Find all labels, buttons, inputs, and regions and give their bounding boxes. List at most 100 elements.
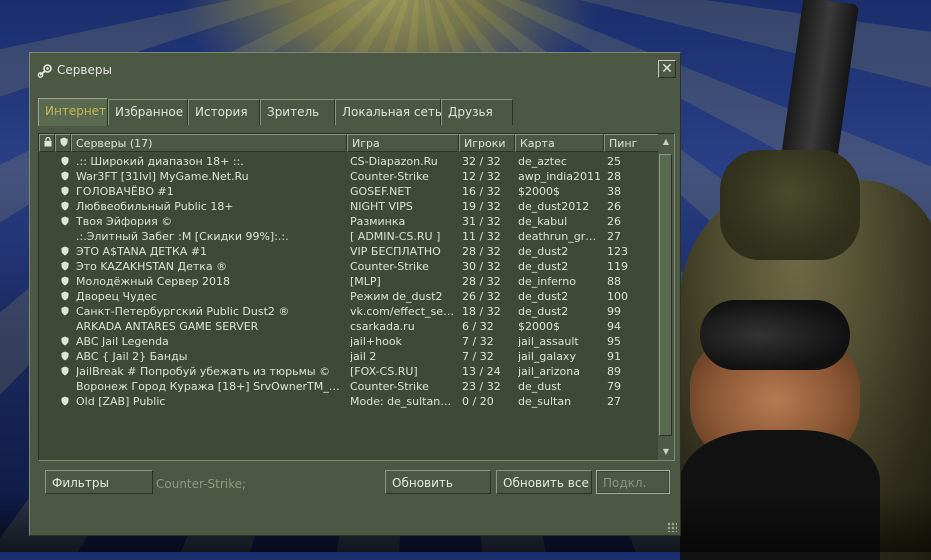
server-game: [MLP] — [350, 275, 381, 288]
vac-shield-icon — [61, 246, 69, 256]
server-name: Санкт-Петербургский Public Dust2 ® — [76, 305, 290, 318]
table-row[interactable]: Воронеж Город Куража [18+] SrvOwnerTM_18… — [39, 379, 658, 394]
server-name: JailBreak # Попробуй убежать из тюрьмы © — [76, 365, 331, 378]
server-map: de_inferno — [518, 275, 576, 288]
server-name: ABC { Jail 2} Банды — [76, 350, 188, 363]
table-row[interactable]: Твоя Эйфория © Разминка 31 / 32 de_kabul 26 — [39, 214, 658, 229]
server-ping: 27 — [607, 230, 621, 243]
server-name: .:.Элитный Забег :M [Скидки 99%]:.:. — [76, 230, 289, 243]
tab-lan[interactable]: Локальная сеть — [335, 99, 442, 125]
server-players: 13 / 24 — [462, 365, 501, 378]
server-game: jail 2 — [350, 350, 377, 363]
server-ping: 95 — [607, 335, 621, 348]
table-row[interactable]: War3FT [31lvl] MyGame.Net.Ru Counter-Stri… — [39, 169, 658, 184]
server-game: vk.com/effect_serv_... — [350, 305, 456, 318]
table-row[interactable]: ARKADA ANTARES GAME SERVER csarkada.ru 6 /… — [39, 319, 658, 334]
server-ping: 89 — [607, 365, 621, 378]
server-ping: 38 — [607, 185, 621, 198]
close-icon: ✕ — [661, 61, 673, 77]
table-row[interactable]: .:.Элитный Забег :M [Скидки 99%]:.:. [ AD… — [39, 229, 658, 244]
refresh-button[interactable]: Обновить — [385, 470, 491, 494]
server-list: Серверы (17) Игра Игроки Карта Пинг .:: … — [38, 133, 675, 461]
tab-favorites[interactable]: Избранное — [108, 99, 188, 125]
column-secure[interactable] — [55, 134, 71, 152]
server-map: de_kabul — [518, 215, 568, 228]
server-players: 31 / 32 — [462, 215, 501, 228]
server-map: de_sultan — [518, 395, 572, 408]
server-name: War3FT [31lvl] MyGame.Net.Ru — [76, 170, 249, 183]
resize-grip[interactable] — [667, 522, 677, 532]
server-players: 28 / 32 — [462, 275, 501, 288]
table-row[interactable]: Любвеобильный Public 18+ NIGHT VIPS 19 / 3… — [39, 199, 658, 214]
vac-shield-icon — [61, 201, 69, 211]
server-players: 28 / 32 — [462, 245, 501, 258]
vac-shield-icon — [61, 351, 69, 361]
server-players: 26 / 32 — [462, 290, 501, 303]
table-row[interactable]: ABC Jail Legenda jail+hook 7 / 32 jail_assa… — [39, 334, 658, 349]
tab-history[interactable]: История — [188, 99, 260, 125]
server-players: 0 / 20 — [462, 395, 494, 408]
scroll-up-icon[interactable]: ▲ — [658, 134, 674, 150]
server-game: Counter-Strike — [350, 380, 429, 393]
column-ping[interactable]: Пинг — [604, 134, 660, 152]
server-game: [ ADMIN-CS.RU ] — [350, 230, 441, 243]
table-row[interactable]: JailBreak # Попробуй убежать из тюрьмы ©… — [39, 364, 658, 379]
server-map: deathrun_grady... — [518, 230, 602, 243]
server-name: Любвеобильный Public 18+ — [76, 200, 234, 213]
server-map: $2000$ — [518, 320, 560, 333]
server-rows: .:: Широкий диапазон 18+ ::. CS-Diapazon.… — [39, 154, 658, 460]
server-ping: 26 — [607, 215, 621, 228]
table-row[interactable]: ГОЛОВАЧЁВО #1 GOSEF.NET 16 / 32 $2000$ 38 — [39, 184, 658, 199]
table-row[interactable]: Old [ZAB] Public Mode: de_sultan_2x2 0 / 2… — [39, 394, 658, 409]
refresh-all-button[interactable]: Обновить все — [496, 470, 592, 494]
filters-button[interactable]: Фильтры — [45, 470, 153, 494]
server-game: Разминка — [350, 215, 406, 228]
table-row[interactable]: Санкт-Петербургский Public Dust2 ® vk.com… — [39, 304, 658, 319]
server-ping: 91 — [607, 350, 621, 363]
server-players: 6 / 32 — [462, 320, 494, 333]
server-players: 7 / 32 — [462, 335, 494, 348]
server-game: Mode: de_sultan_2x2 — [350, 395, 456, 408]
background-hand — [720, 150, 860, 260]
server-ping: 79 — [607, 380, 621, 393]
table-row[interactable]: Это KAZAKHSTAN Детка ® Counter-Strike 30 /… — [39, 259, 658, 274]
server-map: jail_arizona — [518, 365, 580, 378]
server-players: 16 / 32 — [462, 185, 501, 198]
server-game: Counter-Strike — [350, 260, 429, 273]
server-name: ABC Jail Legenda — [76, 335, 169, 348]
connect-button[interactable]: Подкл. — [596, 470, 670, 494]
titlebar[interactable]: Серверы ✕ — [30, 53, 680, 87]
scroll-down-icon[interactable]: ▼ — [658, 444, 674, 460]
vac-shield-icon — [61, 156, 69, 166]
table-row[interactable]: .:: Широкий диапазон 18+ ::. CS-Diapazon.… — [39, 154, 658, 169]
server-game: GOSEF.NET — [350, 185, 412, 198]
column-map[interactable]: Карта — [515, 134, 604, 152]
lock-icon — [44, 136, 52, 147]
scrollbar[interactable]: ▲ ▼ — [658, 134, 674, 460]
server-map: de_dust2 — [518, 260, 569, 273]
server-name: Твоя Эйфория © — [76, 215, 173, 228]
server-game: CS-Diapazon.Ru — [350, 155, 438, 168]
server-map: $2000$ — [518, 185, 560, 198]
server-name: Это KAZAKHSTAN Детка ® — [76, 260, 228, 273]
table-row[interactable]: Молодёжный Сервер 2018 [MLP] 28 / 32 de_inf… — [39, 274, 658, 289]
column-players[interactable]: Игроки — [459, 134, 515, 152]
server-players: 18 / 32 — [462, 305, 501, 318]
table-row[interactable]: ABC { Jail 2} Банды jail 2 7 / 32 jail_gala… — [39, 349, 658, 364]
table-row[interactable]: ЭТО A$TANA ДЕТКА #1 VIP БЕСПЛАТНО 28 / 32 d… — [39, 244, 658, 259]
list-header: Серверы (17) Игра Игроки Карта Пинг — [39, 134, 660, 152]
scroll-thumb[interactable] — [659, 154, 672, 436]
tab-friends[interactable]: Друзья — [441, 99, 513, 125]
server-map: de_dust2 — [518, 305, 569, 318]
column-game[interactable]: Игра — [347, 134, 459, 152]
table-row[interactable]: Дворец Чудес Режим de_dust2 26 / 32 de_dust… — [39, 289, 658, 304]
close-button[interactable]: ✕ — [658, 60, 676, 78]
server-map: de_dust2012 — [518, 200, 590, 213]
server-ping: 123 — [607, 245, 628, 258]
server-game: csarkada.ru — [350, 320, 415, 333]
column-servers[interactable]: Серверы (17) — [71, 134, 347, 152]
column-password[interactable] — [39, 134, 55, 152]
tab-internet[interactable]: Интернет — [38, 98, 108, 126]
tab-spectator[interactable]: Зритель — [260, 99, 335, 125]
server-map: jail_galaxy — [518, 350, 576, 363]
